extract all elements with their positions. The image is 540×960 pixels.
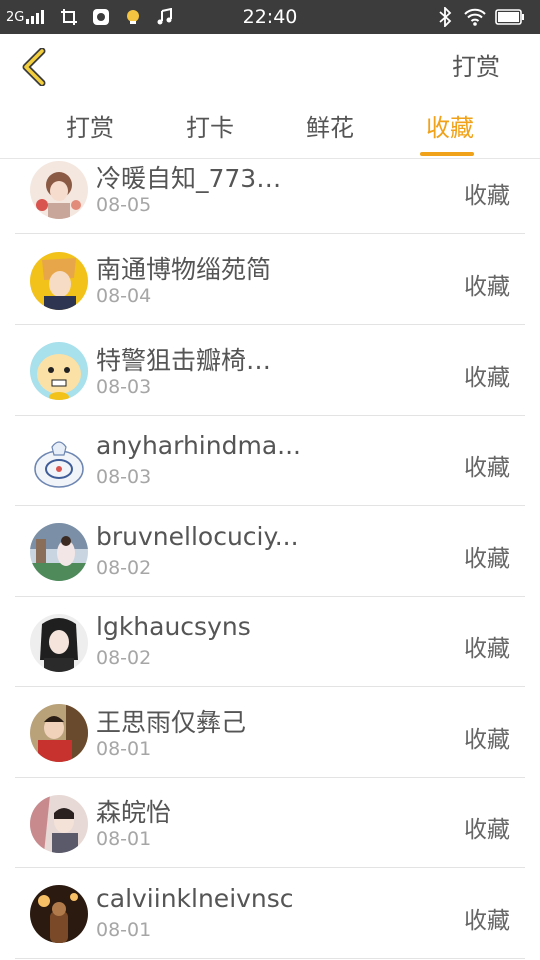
list-item[interactable]: bruvnellocuciy... 08-02 收藏 — [0, 507, 540, 597]
favorite-action[interactable]: 收藏 — [464, 901, 510, 935]
user-name: calviinklneivnsc — [96, 884, 294, 913]
battery-icon — [494, 6, 526, 28]
tab-checkin[interactable]: 打卡 — [150, 100, 270, 158]
avatar — [30, 433, 88, 491]
tip-action-button[interactable]: 打赏 — [452, 34, 500, 100]
tab-flowers[interactable]: 鲜花 — [270, 100, 390, 158]
divider — [15, 958, 525, 959]
divider — [15, 505, 525, 506]
list-item[interactable]: lgkhaucsyns 08-02 收藏 — [0, 597, 540, 687]
avatar — [30, 885, 88, 943]
favorite-action[interactable]: 收藏 — [464, 720, 510, 754]
list-item[interactable]: 南通博物缁苑简 08-04 收藏 — [0, 235, 540, 325]
tab-bar: 打赏 打卡 鲜花 收藏 — [0, 100, 540, 159]
favorite-action[interactable]: 收藏 — [464, 358, 510, 392]
user-name: bruvnellocuciy... — [96, 522, 299, 551]
list-item[interactable]: 冷暖自知_773… 08-05 收藏 — [0, 159, 540, 234]
item-date: 08-01 — [96, 919, 152, 941]
favorite-action[interactable]: 收藏 — [464, 267, 510, 301]
avatar — [30, 704, 88, 762]
favorite-action[interactable]: 收藏 — [464, 629, 510, 663]
list-item[interactable]: calviinklneivnsc 08-01 收藏 — [0, 869, 540, 959]
favorites-list[interactable]: 冷暖自知_773… 08-05 收藏 南通博物缁苑简 08-04 收藏 特警狙击… — [0, 159, 540, 960]
tab-label: 打赏 — [66, 114, 114, 142]
user-name: 森皖怡 — [96, 798, 172, 827]
status-bar: 2G 22:40 — [0, 0, 540, 34]
user-name: 南通博物缁苑简 — [96, 255, 272, 284]
divider — [15, 686, 525, 687]
item-date: 08-02 — [96, 557, 152, 579]
header: 打赏 — [0, 34, 540, 100]
chevron-left-icon — [22, 48, 46, 86]
tab-favorites[interactable]: 收藏 — [390, 100, 510, 158]
active-tab-indicator — [420, 152, 474, 156]
user-name: 特警狙击瓣椅… — [96, 346, 272, 375]
avatar — [30, 795, 88, 853]
list-item[interactable]: 特警狙击瓣椅… 08-03 收藏 — [0, 326, 540, 416]
avatar — [30, 614, 88, 672]
list-item[interactable]: anyharhindma... 08-03 收藏 — [0, 416, 540, 506]
item-date: 08-01 — [96, 828, 152, 850]
item-date: 08-05 — [96, 194, 152, 216]
favorite-action[interactable]: 收藏 — [464, 539, 510, 573]
user-name: anyharhindma... — [96, 431, 301, 460]
item-date: 08-03 — [96, 376, 152, 398]
favorite-action[interactable]: 收藏 — [464, 810, 510, 844]
favorite-action[interactable]: 收藏 — [464, 448, 510, 482]
tab-tip[interactable]: 打赏 — [30, 100, 150, 158]
user-name: 王思雨仅彝己 — [96, 708, 247, 737]
list-item[interactable]: 王思雨仅彝己 08-01 收藏 — [0, 688, 540, 778]
status-right — [432, 0, 532, 34]
tab-label: 打卡 — [186, 114, 234, 142]
item-date: 08-04 — [96, 285, 152, 307]
divider — [15, 324, 525, 325]
back-button[interactable] — [14, 46, 54, 88]
divider — [15, 867, 525, 868]
avatar — [30, 161, 88, 219]
user-name: 冷暖自知_773… — [96, 164, 282, 193]
avatar — [30, 252, 88, 310]
item-date: 08-01 — [96, 738, 152, 760]
avatar — [30, 523, 88, 581]
list-item[interactable]: 森皖怡 08-01 收藏 — [0, 778, 540, 868]
user-name: lgkhaucsyns — [96, 612, 251, 641]
item-date: 08-03 — [96, 466, 152, 488]
divider — [15, 233, 525, 234]
favorite-action[interactable]: 收藏 — [464, 176, 510, 210]
tab-label: 鲜花 — [306, 114, 354, 142]
tab-label: 收藏 — [426, 114, 474, 142]
avatar — [30, 342, 88, 400]
wifi-icon — [464, 6, 486, 28]
bluetooth-icon — [434, 6, 456, 28]
item-date: 08-02 — [96, 647, 152, 669]
